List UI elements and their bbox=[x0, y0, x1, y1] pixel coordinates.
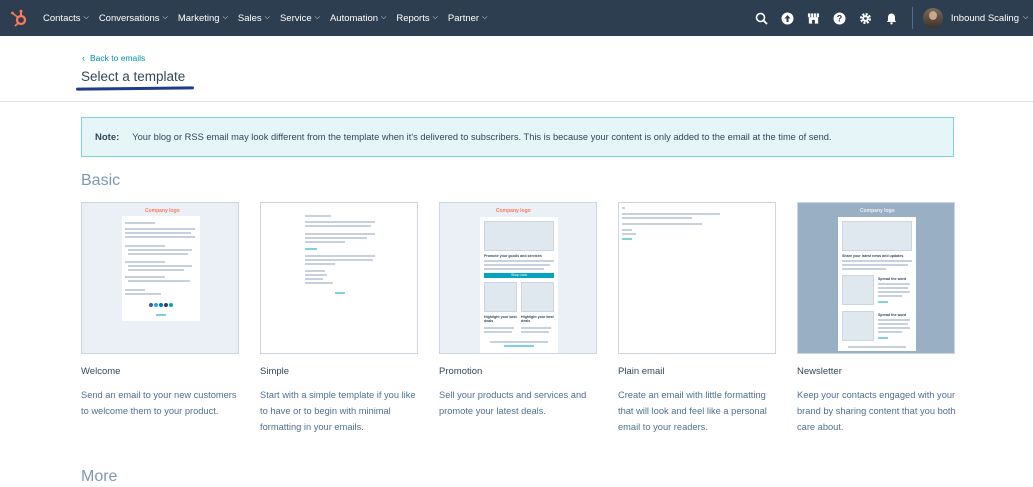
template-description: Send an email to your new customers to w… bbox=[81, 390, 237, 416]
template-card-plain-email[interactable]: Plain email Create an email with little … bbox=[618, 202, 776, 435]
nav-service[interactable]: Service ⌵ bbox=[280, 13, 320, 24]
template-name[interactable]: Simple bbox=[260, 366, 418, 377]
nav-divider bbox=[911, 7, 913, 29]
note-text: Your blog or RSS email may look differen… bbox=[132, 132, 832, 142]
template-name[interactable]: Newsletter bbox=[797, 366, 955, 377]
user-avatar[interactable] bbox=[922, 8, 943, 28]
nav-marketing[interactable]: Marketing ⌵ bbox=[178, 13, 228, 24]
thumb-news-item-2: Spread the word bbox=[878, 313, 907, 317]
info-note-banner: Note: Your blog or RSS email may look di… bbox=[81, 117, 954, 157]
email-preview: Company logo bbox=[122, 208, 200, 321]
main-nav: Contacts ⌵ Conversations ⌵ Marketing ⌵ Sale… bbox=[43, 0, 497, 36]
thumb-promo-item-1: Highlight your best deals bbox=[484, 315, 517, 323]
chevron-down-icon: ⌵ bbox=[381, 14, 387, 21]
template-description: Keep your contacts engaged with your bra… bbox=[797, 390, 956, 432]
hubspot-logo-icon[interactable] bbox=[9, 8, 29, 28]
nav-label: Service bbox=[279, 12, 312, 24]
settings-gear-icon[interactable] bbox=[859, 12, 872, 25]
thumb-logo-text: Company logo bbox=[496, 208, 531, 214]
chevron-left-icon: ‹ bbox=[82, 53, 85, 63]
back-to-emails-link[interactable]: ‹ Back to emails bbox=[82, 53, 145, 63]
chevron-down-icon: ⌵ bbox=[264, 14, 270, 21]
section-heading-basic: Basic bbox=[81, 172, 121, 189]
thumb-news-item-1: Spread the word bbox=[878, 277, 907, 281]
nav-label: Automation bbox=[329, 12, 379, 24]
nav-conversations[interactable]: Conversations ⌵ bbox=[99, 13, 168, 24]
thumb-news-heading: Share your latest news and updates bbox=[842, 254, 904, 258]
search-icon[interactable] bbox=[755, 12, 768, 25]
top-navigation-bar: Contacts ⌵ Conversations ⌵ Marketing ⌵ Sale… bbox=[0, 0, 1033, 36]
template-thumbnail[interactable]: Company logo bbox=[81, 202, 239, 354]
nav-label: Conversations bbox=[98, 12, 160, 24]
template-name[interactable]: Welcome bbox=[81, 366, 239, 377]
email-preview: Promote your goods and services Shop now… bbox=[480, 217, 558, 353]
template-thumbnail[interactable] bbox=[618, 202, 776, 354]
chevron-down-icon: ⌵ bbox=[314, 14, 320, 21]
nav-automation[interactable]: Automation ⌵ bbox=[330, 13, 386, 24]
thumb-promo-heading: Promote your goods and services bbox=[484, 254, 542, 258]
nav-contacts[interactable]: Contacts ⌵ bbox=[43, 13, 89, 24]
chevron-down-icon: ⌵ bbox=[432, 14, 438, 21]
chevron-down-icon[interactable]: ⌵ bbox=[1023, 14, 1033, 22]
nav-label: Partner bbox=[447, 12, 480, 24]
account-name[interactable]: Inbound Scaling bbox=[951, 13, 1019, 24]
chevron-down-icon: ⌵ bbox=[222, 14, 228, 21]
thumb-logo-text: Company logo bbox=[860, 208, 895, 214]
nav-utilities: ? Inbound Scaling ⌵ bbox=[742, 0, 1033, 36]
thumb-logo-text: Company logo bbox=[145, 208, 180, 214]
nav-sales[interactable]: Sales ⌵ bbox=[238, 13, 270, 24]
nav-label: Sales bbox=[237, 12, 262, 24]
upgrade-arrow-icon[interactable] bbox=[781, 12, 794, 25]
section-heading-more: More bbox=[81, 468, 118, 485]
template-description: Start with a simple template if you like… bbox=[260, 390, 416, 432]
template-description: Create an email with little formatting t… bbox=[618, 390, 767, 432]
chevron-down-icon: ⌵ bbox=[83, 14, 89, 21]
template-thumbnail[interactable]: Company logo Share your latest news and … bbox=[797, 202, 955, 354]
nav-label: Marketing bbox=[177, 12, 220, 24]
template-card-welcome[interactable]: Company logo Welcome Send an email to yo… bbox=[81, 202, 239, 435]
back-link-label: Back to emails bbox=[90, 53, 146, 63]
template-name[interactable]: Plain email bbox=[618, 366, 776, 377]
thumb-promo-button: Shop now bbox=[511, 273, 527, 277]
thumb-promo-item-2: Highlight your best deals bbox=[521, 315, 554, 323]
help-icon[interactable]: ? bbox=[833, 12, 846, 25]
nav-reports[interactable]: Reports ⌵ bbox=[396, 13, 438, 24]
note-label: Note: bbox=[95, 131, 120, 143]
template-thumbnail[interactable]: Company logo Promote your goods and serv… bbox=[439, 202, 597, 354]
nav-label: Reports bbox=[396, 12, 430, 24]
chevron-down-icon: ⌵ bbox=[162, 14, 168, 21]
template-card-promotion[interactable]: Company logo Promote your goods and serv… bbox=[439, 202, 597, 435]
template-thumbnail[interactable] bbox=[260, 202, 418, 354]
svg-text:?: ? bbox=[837, 13, 843, 23]
template-grid: Company logo Welcome Send an email to yo… bbox=[81, 202, 956, 435]
template-card-simple[interactable]: Simple Start with a simple template if y… bbox=[260, 202, 418, 435]
template-name[interactable]: Promotion bbox=[439, 366, 597, 377]
page-title: Select a template bbox=[81, 69, 186, 84]
template-card-newsletter[interactable]: Company logo Share your latest news and … bbox=[797, 202, 956, 435]
email-preview: Share your latest news and updates Sprea… bbox=[838, 217, 916, 351]
notifications-bell-icon[interactable] bbox=[885, 12, 898, 25]
marketplace-icon[interactable] bbox=[807, 12, 820, 25]
nav-partner[interactable]: Partner ⌵ bbox=[448, 13, 487, 24]
chevron-down-icon: ⌵ bbox=[482, 14, 488, 21]
nav-label: Contacts bbox=[43, 12, 81, 24]
template-description: Sell your products and services and prom… bbox=[439, 390, 587, 416]
